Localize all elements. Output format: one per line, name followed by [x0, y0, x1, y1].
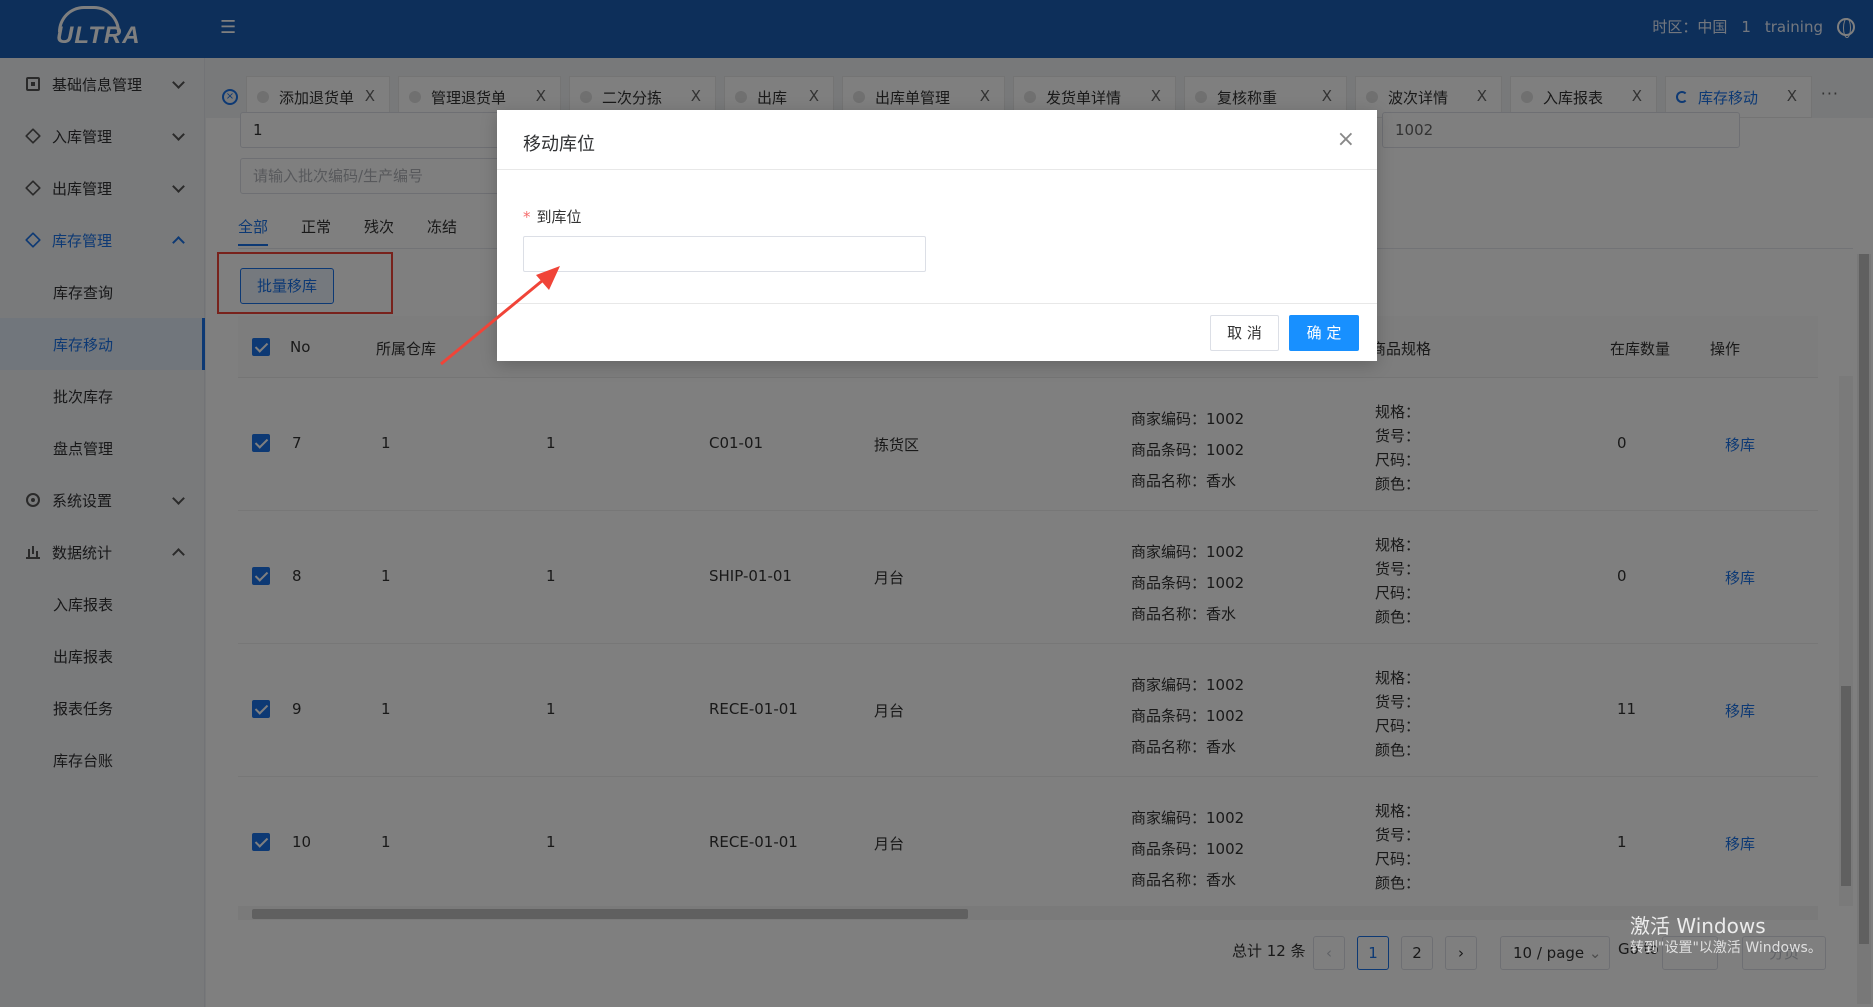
move-location-dialog: 移动库位 × * 到库位 取 消 确 定	[497, 110, 1377, 361]
dialog-header-divider	[497, 169, 1377, 170]
target-location-label-text: 到库位	[536, 208, 582, 226]
close-icon[interactable]: ×	[1337, 128, 1355, 152]
windows-activation-watermark: 激活 Windows	[1630, 914, 1766, 938]
dialog-title: 移动库位	[523, 134, 595, 155]
confirm-button[interactable]: 确 定	[1289, 315, 1359, 351]
target-location-input[interactable]	[523, 236, 926, 272]
target-location-label: * 到库位	[523, 206, 582, 227]
windows-activation-hint: 转到"设置"以激活 Windows。	[1630, 940, 1822, 956]
dialog-footer-divider	[497, 303, 1377, 304]
required-asterisk: *	[523, 208, 531, 226]
cancel-button[interactable]: 取 消	[1210, 315, 1279, 351]
